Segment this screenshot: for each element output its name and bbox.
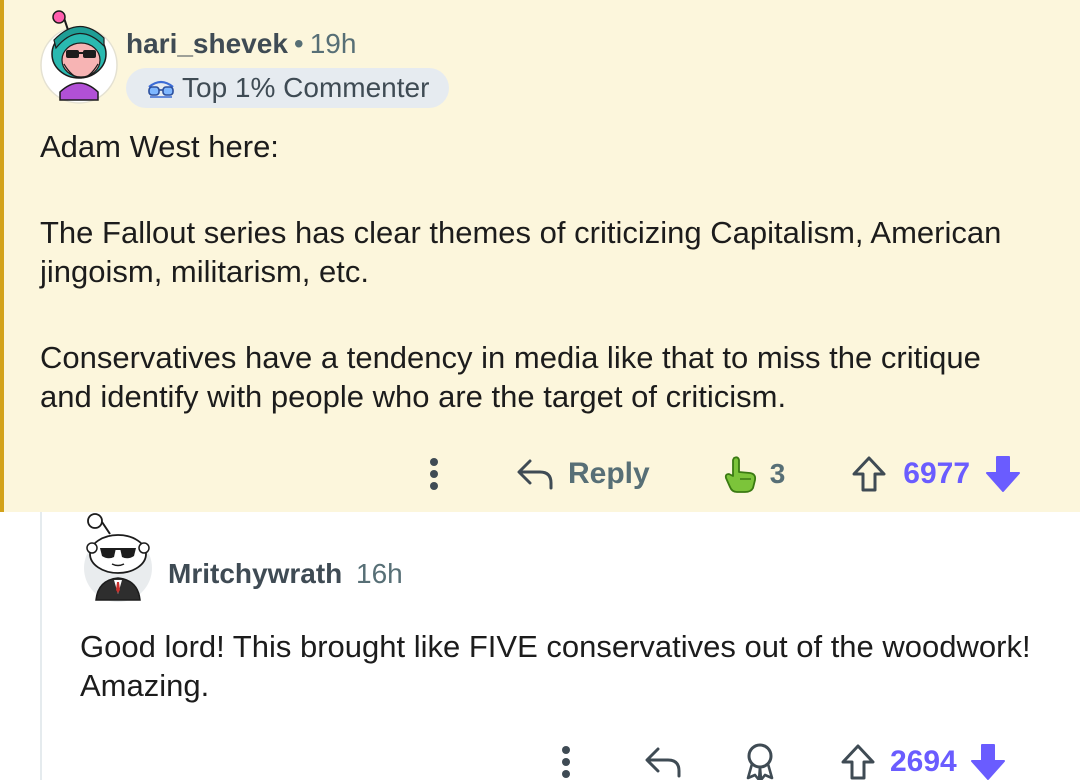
reply-button[interactable]: Reply xyxy=(516,457,650,491)
comment-header: hari_shevek • 19h xyxy=(126,26,356,62)
glasses-icon xyxy=(148,80,174,98)
award-count: 3 xyxy=(769,458,786,489)
more-vertical-icon[interactable] xyxy=(426,454,442,494)
reply-label: Reply xyxy=(568,457,650,490)
thread-line[interactable] xyxy=(40,512,42,780)
comment-paragraph: The Fallout series has clear themes of c… xyxy=(40,215,1002,289)
upvote-arrow-icon[interactable] xyxy=(840,743,876,780)
award-hand-icon xyxy=(724,456,756,493)
comment-actions: Reply 3 6977 xyxy=(426,452,1022,496)
more-vertical-icon[interactable] xyxy=(558,742,574,780)
comment-paragraph: Conservatives have a tendency in media l… xyxy=(40,340,981,414)
comment-thread: hari_shevek • 19h Top 1% Commenter Adam We… xyxy=(0,0,1080,780)
comment-header: Mritchywrath 16h xyxy=(168,556,403,592)
user-flair-badge: Top 1% Commenter xyxy=(126,68,450,108)
flair-label: Top 1% Commenter xyxy=(182,72,430,103)
reply-arrow-icon xyxy=(517,459,553,490)
user-avatar[interactable] xyxy=(80,510,156,606)
user-avatar[interactable] xyxy=(38,8,120,106)
vote-score: 2694 xyxy=(890,745,957,778)
comment-author[interactable]: hari_shevek xyxy=(126,28,288,59)
vote-score: 6977 xyxy=(903,457,971,490)
comment-timestamp: 19h xyxy=(309,28,357,59)
reply-arrow-icon[interactable] xyxy=(644,745,682,779)
downvote-arrow-icon[interactable] xyxy=(969,742,1007,780)
comment-author[interactable]: Mritchywrath xyxy=(168,558,342,589)
downvote-arrow-icon[interactable] xyxy=(984,454,1022,494)
separator-dot: • xyxy=(293,28,304,59)
comment-paragraph: Adam West here: xyxy=(40,129,279,164)
award-ribbon-icon[interactable] xyxy=(742,742,778,780)
upvote-arrow-icon[interactable] xyxy=(851,455,887,493)
award-button[interactable]: 3 xyxy=(720,454,786,494)
comment-paragraph: Good lord! This brought like FIVE conser… xyxy=(80,629,1031,703)
comment-actions: 2694 xyxy=(558,740,1007,780)
comment-timestamp: 16h xyxy=(356,558,403,589)
